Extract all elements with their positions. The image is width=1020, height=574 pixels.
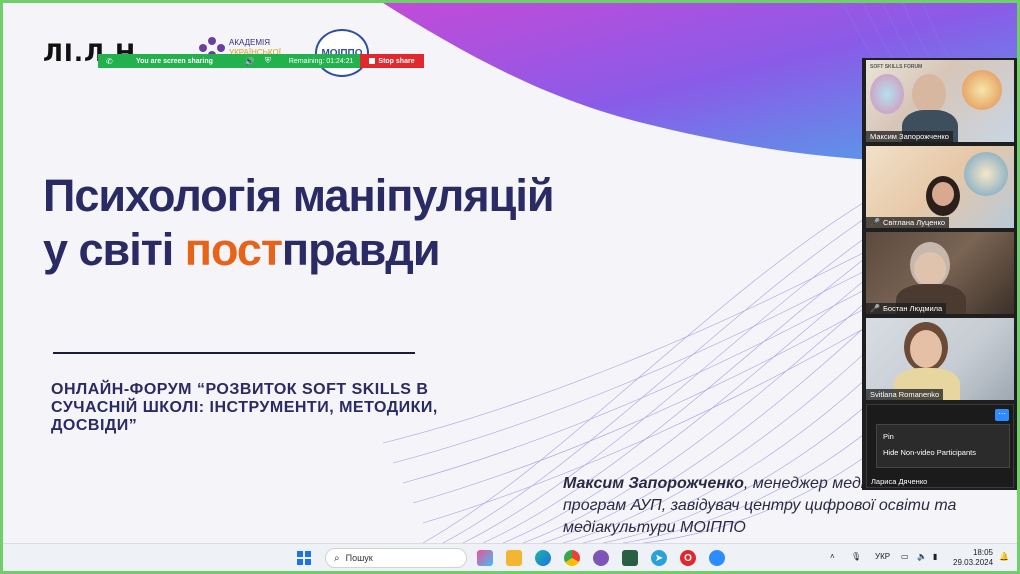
participant-tile[interactable]: 🎤 Бостан Людмила: [866, 232, 1014, 314]
sharing-status: You are screen sharing: [136, 57, 213, 65]
muted-mic-icon: 🎤: [870, 304, 880, 313]
zoom-icon[interactable]: [709, 550, 725, 566]
screen-sharing-bar[interactable]: ✆ You are screen sharing 🔊 ⛨ Remaining: …: [98, 54, 360, 68]
participant-tile[interactable]: SOFT SKILLS FORUM Максим Запорожченко: [866, 60, 1014, 142]
taskbar-search[interactable]: ⌕ Пошук: [325, 548, 467, 568]
title-divider: [53, 352, 415, 354]
participant-tile[interactable]: Svitlana Romanenko: [866, 318, 1014, 400]
chrome-icon[interactable]: [564, 550, 580, 566]
more-options-button[interactable]: ⋯: [995, 409, 1009, 421]
title-line-2-end: правди: [281, 224, 441, 275]
forum-subtitle: ОНЛАЙН-ФОРУМ “РОЗВИТОК SOFT SKILLS В СУЧ…: [51, 381, 438, 434]
search-placeholder: Пошук: [345, 553, 373, 563]
store-icon[interactable]: [622, 550, 638, 566]
telegram-icon[interactable]: ➤: [651, 550, 667, 566]
windows-start-icon[interactable]: [296, 550, 312, 566]
tile-caption: SOFT SKILLS FORUM: [870, 64, 923, 70]
battery-icon[interactable]: ▮: [933, 552, 937, 561]
language-indicator[interactable]: УКР: [875, 552, 890, 561]
menu-item-pin[interactable]: Pin: [883, 432, 1009, 448]
volume-icon[interactable]: 🔈: [917, 552, 927, 561]
menu-item-hide-non-video[interactable]: Hide Non-video Participants: [883, 448, 1009, 464]
title-accent: пост: [184, 224, 283, 275]
viber-icon[interactable]: [593, 550, 609, 566]
logo-moippo: МОІППО: [315, 29, 369, 77]
stop-icon: [369, 58, 376, 64]
copilot-icon[interactable]: [477, 550, 493, 566]
monitor-icon[interactable]: ▭: [901, 552, 909, 561]
search-icon: ⌕: [334, 552, 340, 564]
participant-name: 🎤 Бостан Людмила: [866, 303, 947, 314]
notification-bell-icon[interactable]: 🔔: [999, 552, 1009, 561]
file-explorer-icon[interactable]: [506, 550, 522, 566]
windows-taskbar: ⌕ Пошук ➤ O ˄ 🎙 УКР ▭ 🔈 ▮ 18:05 29.03.20…: [3, 543, 1017, 571]
opera-icon[interactable]: O: [680, 550, 696, 566]
muted-mic-icon: 🎤: [870, 218, 880, 227]
slide-title: Психологія маніпуляцій у світі постправд…: [43, 169, 554, 277]
participant-context-menu: Pin Hide Non-video Participants: [876, 424, 1010, 468]
chevron-up-icon[interactable]: ˄: [830, 552, 835, 561]
clock-time: 18:05: [972, 548, 993, 557]
title-line-2-start: у світі: [43, 224, 185, 275]
participant-name: Максим Запорожченко: [866, 131, 953, 142]
speaker-name: Максим Запорожченко: [563, 475, 744, 492]
participant-name: 🎤 Світлана Луценко: [866, 217, 950, 228]
phone-icon[interactable]: ✆: [106, 57, 116, 66]
speaker-icon[interactable]: 🔊: [245, 57, 255, 66]
title-line-1: Психологія маніпуляцій: [43, 170, 554, 221]
edge-icon[interactable]: [535, 550, 551, 566]
clock-date: 29.03.2024: [953, 558, 994, 567]
participant-tile[interactable]: 🎤 Світлана Луценко: [866, 146, 1014, 228]
remaining-time: Remaining: 01:24:21: [288, 57, 354, 65]
microphone-icon[interactable]: 🎙: [851, 552, 861, 561]
clock[interactable]: 18:05 29.03.2024: [953, 548, 993, 568]
logo-aup-line1: АКАДЕМІЯ: [229, 38, 271, 47]
participant-name: Лариса Дяченко: [871, 477, 928, 486]
participant-name: Svitlana Romanenko: [866, 389, 944, 400]
stop-share-button[interactable]: Stop share: [360, 54, 424, 68]
shield-icon[interactable]: ⛨: [265, 56, 271, 66]
stop-share-label: Stop share: [378, 57, 415, 65]
title-line-2: у світі постправди: [43, 223, 554, 277]
